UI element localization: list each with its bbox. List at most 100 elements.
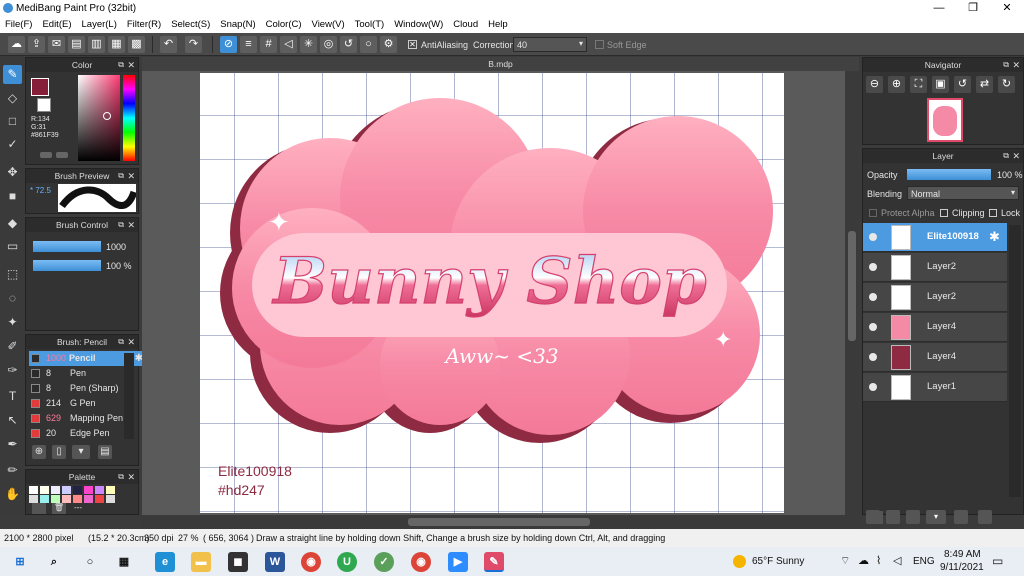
palette-swatch[interactable] xyxy=(29,486,38,494)
select-pen-icon[interactable]: ✐ xyxy=(3,337,22,356)
network-icon[interactable]: ⌔ xyxy=(840,554,850,568)
menu-tool[interactable]: Tool(T) xyxy=(350,17,390,33)
eye-icon[interactable] xyxy=(869,293,877,301)
close-button[interactable]: ✕ xyxy=(990,0,1024,17)
fit-icon[interactable]: ⛶ xyxy=(910,76,927,93)
cloud-icon[interactable]: ☁ xyxy=(8,36,25,53)
add-halftone-layer-icon[interactable] xyxy=(886,510,900,524)
eye-icon[interactable] xyxy=(869,233,877,241)
popout-icon[interactable]: ⧉ xyxy=(118,169,124,183)
export-icon[interactable]: ⇪ xyxy=(28,36,45,53)
layer-list-scrollbar[interactable] xyxy=(1009,225,1021,497)
actual-size-icon[interactable]: ▣ xyxy=(932,76,949,93)
palette-swatch[interactable] xyxy=(40,486,49,494)
file-explorer-icon[interactable]: ▬ xyxy=(191,552,211,572)
correction-select[interactable]: 40 ▾ xyxy=(513,37,587,52)
palette-swatch[interactable] xyxy=(106,486,115,494)
add-vector-layer-icon[interactable] xyxy=(906,510,920,524)
snap-radial-icon[interactable]: ✳ xyxy=(300,36,317,53)
layer-row[interactable]: Layer4 xyxy=(863,313,1007,342)
word-icon[interactable]: W xyxy=(265,552,285,572)
palette-swatch[interactable] xyxy=(73,495,82,503)
menu-color[interactable]: Color(C) xyxy=(261,17,307,33)
menu-select[interactable]: Select(S) xyxy=(166,17,215,33)
clock-date[interactable]: 9/11/2021 xyxy=(940,562,984,573)
palette-swatch[interactable] xyxy=(51,495,60,503)
document-tab[interactable]: B.mdp xyxy=(142,57,859,71)
minimize-button[interactable]: — xyxy=(922,0,956,17)
palette-swatch[interactable] xyxy=(51,486,60,494)
menu-filter[interactable]: Filter(R) xyxy=(122,17,166,33)
close-icon[interactable]: ✕ xyxy=(127,218,135,232)
menu-file[interactable]: File(F) xyxy=(0,17,37,33)
layer-row[interactable]: Layer2 xyxy=(863,253,1007,282)
notification-icon[interactable]: ▭ xyxy=(992,554,1003,568)
eye-icon[interactable] xyxy=(869,263,877,271)
rotate-right-icon[interactable]: ↻ xyxy=(998,76,1015,93)
medibang-taskbar-icon[interactable]: ✎ xyxy=(484,552,504,572)
comment-icon[interactable]: ✉ xyxy=(48,36,65,53)
layout-icon[interactable]: ▦ xyxy=(108,36,125,53)
search-icon[interactable]: ⌕ xyxy=(44,552,64,572)
redo-icon[interactable]: ↷ xyxy=(185,36,202,53)
close-icon[interactable]: ✕ xyxy=(1012,58,1020,72)
close-icon[interactable]: ✕ xyxy=(127,335,135,349)
maximize-button[interactable]: ❐ xyxy=(956,0,990,17)
magic-wand-icon[interactable]: ✦ xyxy=(3,313,22,332)
wifi-icon[interactable]: ⌇ xyxy=(876,554,881,567)
menu-window[interactable]: Window(W) xyxy=(389,17,448,33)
artwork[interactable]: Bunny Shop Aww~ <33 ✦ ✦ Elite100918 #hd2… xyxy=(200,73,784,513)
blending-select[interactable]: Normal ▾ xyxy=(907,186,1019,200)
windows-start-icon[interactable]: ⊞ xyxy=(10,552,30,572)
close-icon[interactable]: ✕ xyxy=(127,169,135,183)
layer-row[interactable]: Layer2 xyxy=(863,283,1007,312)
palette-swatch[interactable] xyxy=(62,495,71,503)
gradient-tool-icon[interactable]: ▭ xyxy=(3,237,22,256)
layer-row[interactable]: Layer4 xyxy=(863,343,1007,372)
lasso-tool-icon[interactable]: ◌ xyxy=(3,289,22,308)
menu-cloud[interactable]: Cloud xyxy=(448,17,483,33)
app-checkmark-icon[interactable]: ✓ xyxy=(374,552,394,572)
lock-checkbox[interactable] xyxy=(989,209,997,217)
snap-circle-icon[interactable]: ◎ xyxy=(320,36,337,53)
menu-edit[interactable]: Edit(E) xyxy=(37,17,76,33)
brush-list-scrollbar[interactable] xyxy=(124,353,134,439)
language-indicator[interactable]: ENG xyxy=(913,556,935,567)
menu-help[interactable]: Help xyxy=(483,17,513,33)
vertical-scroll-thumb[interactable] xyxy=(848,231,856,341)
vertical-scrollbar[interactable] xyxy=(845,71,859,515)
eraser-tool-icon[interactable]: ◇ xyxy=(3,89,22,108)
color-mode-button[interactable] xyxy=(40,152,52,158)
eye-icon[interactable] xyxy=(869,323,877,331)
eyedropper-tool-icon[interactable]: ✒ xyxy=(3,435,22,454)
gear-icon[interactable]: ✱ xyxy=(989,229,1000,245)
clipping-checkbox[interactable] xyxy=(940,209,948,217)
new-brush-icon[interactable]: ▯ xyxy=(52,445,66,459)
close-icon[interactable]: ✕ xyxy=(127,58,135,72)
rotate-left-icon[interactable]: ↺ xyxy=(954,76,971,93)
task-view-icon[interactable]: ○ xyxy=(80,552,100,572)
store-icon[interactable]: ◼ xyxy=(228,552,248,572)
brush-opacity-slider[interactable] xyxy=(33,260,101,271)
popout-icon[interactable]: ⧉ xyxy=(118,218,124,232)
text-tool-icon[interactable]: T xyxy=(3,387,22,406)
add-palette-icon[interactable] xyxy=(32,503,46,514)
horizontal-scrollbar[interactable] xyxy=(142,515,859,529)
canvas-paper[interactable]: Bunny Shop Aww~ <33 ✦ ✦ Elite100918 #hd2… xyxy=(200,73,784,513)
chrome-profile-icon[interactable]: ◉ xyxy=(411,552,431,572)
layer-row[interactable]: Layer1 xyxy=(863,373,1007,402)
duplicate-layer-icon[interactable] xyxy=(978,510,992,524)
app-u-icon[interactable]: U xyxy=(337,552,357,572)
snap-ellipse-icon[interactable]: ○ xyxy=(360,36,377,53)
zoom-out-icon[interactable]: ⊖ xyxy=(866,76,883,93)
brush-size-slider[interactable] xyxy=(33,241,101,252)
palette-swatch[interactable] xyxy=(106,495,115,503)
saturation-value-picker[interactable] xyxy=(78,75,120,161)
secondary-color-swatch[interactable] xyxy=(37,98,51,112)
volume-icon[interactable]: ◁ xyxy=(893,554,901,567)
chrome-icon[interactable]: ◉ xyxy=(301,552,321,572)
hand-tool-icon[interactable]: ✋ xyxy=(3,485,22,504)
undo-icon[interactable]: ↶ xyxy=(160,36,177,53)
rectangle-tool-icon[interactable]: □ xyxy=(3,112,22,131)
horizontal-scroll-thumb[interactable] xyxy=(408,518,590,526)
